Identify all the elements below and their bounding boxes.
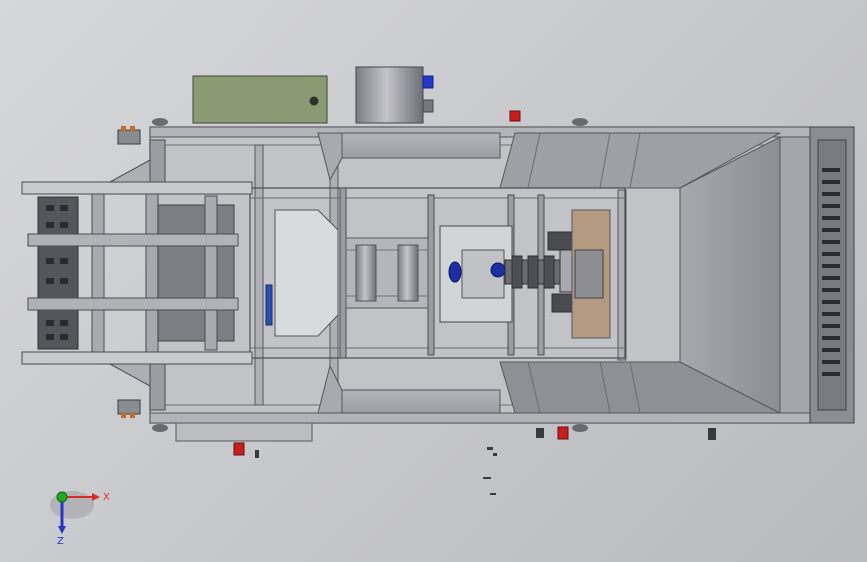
feed-chute[interactable] bbox=[265, 209, 339, 337]
bearing-plate bbox=[571, 209, 611, 339]
motor-box[interactable] bbox=[192, 75, 328, 124]
roller-assembly bbox=[345, 237, 429, 309]
x-axis-label: X bbox=[103, 492, 110, 503]
fasteners bbox=[483, 447, 497, 495]
z-axis-label: Z bbox=[57, 536, 64, 547]
z-axis-arrowhead bbox=[58, 526, 66, 534]
coordinate-triad[interactable]: X Z bbox=[50, 491, 110, 547]
base-plate bbox=[175, 422, 313, 442]
x-axis-arrowhead bbox=[92, 493, 100, 501]
cad-viewport[interactable]: X Z bbox=[0, 0, 867, 562]
y-axis-dot bbox=[56, 491, 68, 503]
drum-cylinder[interactable] bbox=[355, 66, 434, 124]
center-mount-plate[interactable] bbox=[439, 225, 513, 323]
